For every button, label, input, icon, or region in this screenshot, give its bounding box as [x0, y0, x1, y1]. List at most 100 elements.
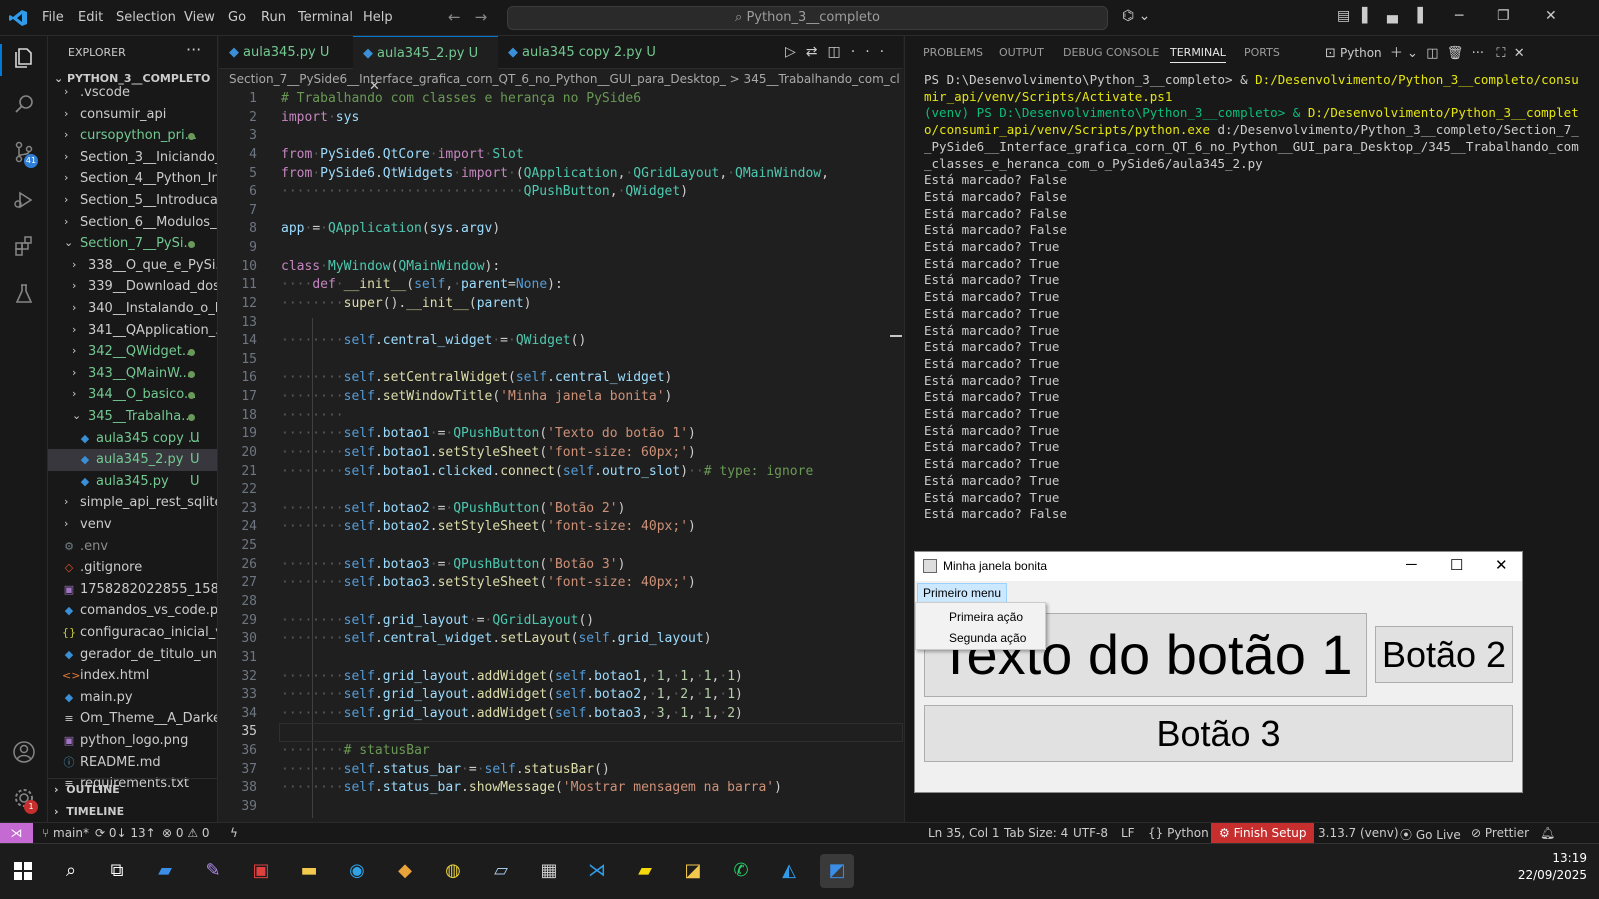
folder-item[interactable]: › 340__Instalando_o_P... — [48, 298, 217, 320]
qt-menu-primeiro[interactable]: Primeiro menu — [917, 583, 1008, 603]
folder-item[interactable]: › 343__QMainW... — [48, 363, 217, 385]
search-icon[interactable] — [12, 92, 36, 116]
file-explorer-icon[interactable]: ▬ — [292, 854, 326, 888]
folder-item[interactable]: › 339__Download_dos... — [48, 276, 217, 298]
cursor-position[interactable]: Ln 35, Col 1 — [928, 826, 1000, 840]
qt-maximize-icon[interactable]: ☐ — [1450, 556, 1463, 574]
testing-flask-icon[interactable] — [12, 282, 36, 306]
notifications-bell-icon[interactable]: 🔔︎ — [1540, 826, 1555, 840]
menu-help[interactable]: Help — [363, 10, 393, 25]
tab-size[interactable]: Tab Size: 4 — [1004, 826, 1068, 840]
folder-item[interactable]: › simple_api_rest_sqlite... — [48, 492, 217, 514]
tab-output[interactable]: OUTPUT — [999, 46, 1044, 59]
python-app-running-icon[interactable]: ◩ — [820, 854, 854, 888]
more-actions-icon[interactable]: ··· — [1467, 46, 1484, 61]
menu-file[interactable]: File — [42, 10, 64, 25]
close-icon[interactable]: ✕ — [1545, 8, 1557, 24]
prettier[interactable]: ⊘ Prettier — [1471, 826, 1529, 840]
run-debug-icon[interactable] — [12, 188, 36, 212]
new-terminal-icon[interactable]: ＋ ⌄ — [1386, 46, 1418, 61]
folder-item[interactable]: › 344__O_basico... — [48, 384, 217, 406]
split-terminal-icon[interactable]: ◫ — [1422, 46, 1438, 61]
vscode-taskbar-icon[interactable]: ⋊ — [580, 854, 614, 888]
file-item[interactable]: ⓘ README.md — [48, 752, 217, 774]
feather-app-icon[interactable]: ✎ — [196, 854, 230, 888]
language-mode[interactable]: {} Python — [1148, 826, 1209, 840]
minimize-icon[interactable]: ─ — [1455, 8, 1463, 24]
split-editor-icon[interactable]: ◫ — [828, 44, 851, 60]
finish-setup-button[interactable]: ⚙ Finish Setup — [1211, 823, 1315, 844]
notes-app-icon[interactable]: ▱ — [484, 854, 518, 888]
file-item[interactable]: <> index.html — [48, 665, 217, 687]
go-live[interactable]: ⦿ Go Live — [1400, 826, 1461, 843]
code-editor[interactable]: 1 # Trabalhando com classes e herança no … — [219, 90, 903, 822]
encoding[interactable]: UTF-8 — [1073, 826, 1108, 840]
folder-item[interactable]: › .vscode — [48, 82, 217, 104]
breadcrumb[interactable]: Section_7__PySide6__Interface_grafica_co… — [229, 72, 899, 86]
system-clock[interactable]: 13:19 22/09/2025 — [1518, 850, 1587, 884]
menu-go[interactable]: Go — [228, 10, 246, 25]
file-item[interactable]: ◆ aula345.py U — [48, 471, 217, 493]
extensions-icon[interactable] — [12, 234, 36, 258]
draw-app-icon[interactable]: ▣ — [244, 854, 278, 888]
more-actions-icon[interactable]: ··· — [186, 40, 201, 59]
folder-item[interactable]: › consumir_api — [48, 104, 217, 126]
chrome-browser-icon[interactable]: ◍ — [436, 854, 470, 888]
toggle-secondary-sidebar-icon[interactable]: ▐ — [1412, 8, 1423, 24]
restore-icon[interactable]: ❐ — [1497, 8, 1510, 24]
git-branch[interactable]: ⑂ main* — [42, 826, 89, 840]
remote-indicator-icon[interactable]: ⋊ — [0, 823, 33, 844]
folder-item[interactable]: › Section_6__Modulos_... — [48, 212, 217, 234]
menu-run[interactable]: Run — [261, 10, 286, 25]
sticky-notes-icon[interactable]: ▰ — [628, 854, 662, 888]
file-item[interactable]: ◆ aula345 copy ... U — [48, 428, 217, 450]
menu-terminal[interactable]: Terminal — [298, 10, 353, 25]
file-item[interactable]: ⚙ .env — [48, 536, 217, 558]
explorer-icon[interactable] — [12, 46, 36, 70]
python-idle-icon[interactable]: ◪ — [676, 854, 710, 888]
whatsapp-icon[interactable]: ✆ — [724, 854, 758, 888]
back-arrow-icon[interactable]: ← — [448, 8, 475, 26]
folder-item[interactable]: › 341__QApplication_... — [48, 320, 217, 342]
tab-problems[interactable]: PROBLEMS — [923, 46, 983, 59]
folder-item[interactable]: › 342__QWidget... — [48, 341, 217, 363]
task-view-icon[interactable]: ⧉ — [100, 854, 134, 888]
windows-start-icon[interactable] — [6, 854, 40, 888]
folder-item[interactable]: › venv — [48, 514, 217, 536]
lightning-icon[interactable]: ϟ — [230, 826, 238, 840]
menu-selection[interactable]: Selection — [116, 10, 176, 25]
folder-item[interactable]: › 338__O_que_e_PySi... — [48, 255, 217, 277]
python-interpreter[interactable]: 3.13.7 (venv) — [1318, 826, 1399, 840]
kill-terminal-icon[interactable]: 🗑 — [1443, 46, 1464, 61]
tab-aula345[interactable]: ◆ aula345.py U — [219, 36, 353, 69]
menu-view[interactable]: View — [184, 10, 215, 25]
problems-indicator[interactable]: ⊗ 0 ⚠ 0 — [162, 826, 210, 840]
accounts-icon[interactable] — [12, 740, 36, 764]
tab-aula345-copy-2[interactable]: ◆ aula345 copy 2.py U — [498, 36, 658, 69]
folder-item[interactable]: ⌄ Section_7__PySi... — [48, 233, 217, 255]
folder-item[interactable]: › Section_4__Python_In... — [48, 168, 217, 190]
file-item[interactable]: ◆ gerador_de_titulo_un... — [48, 644, 217, 666]
folder-item[interactable]: › cursopython_pri... — [48, 125, 217, 147]
forward-arrow-icon[interactable]: → — [475, 8, 502, 26]
close-panel-icon[interactable]: ✕ — [1510, 46, 1525, 61]
tab-debug-console[interactable]: DEBUG CONSOLE — [1063, 46, 1159, 59]
qt-close-icon[interactable]: ✕ — [1495, 556, 1508, 574]
qt-minimize-icon[interactable]: ─ — [1406, 556, 1417, 573]
qt-button-3[interactable]: Botão 3 — [924, 705, 1513, 762]
terminal-name[interactable]: Python — [1340, 46, 1382, 60]
terminal-output[interactable]: PS D:\Desenvolvimento\Python_3__completo… — [924, 72, 1584, 523]
tab-terminal[interactable]: TERMINAL — [1170, 46, 1226, 63]
compare-changes-icon[interactable]: ⇄ — [806, 44, 828, 60]
file-item[interactable]: ◆ comandos_vs_code.py — [48, 600, 217, 622]
edge-browser-icon[interactable]: ◉ — [340, 854, 374, 888]
file-item[interactable]: {} configuracao_inicial_v... — [48, 622, 217, 644]
designer-app-icon[interactable]: ◭ — [772, 854, 806, 888]
tab-aula345-2[interactable]: ◆ aula345_2.py U ✕ — [353, 36, 498, 94]
timeline-section[interactable]: › TIMELINE — [54, 805, 124, 818]
end-of-line[interactable]: LF — [1121, 826, 1135, 840]
folder-item[interactable]: › Section_5__Introduca... — [48, 190, 217, 212]
git-sync[interactable]: ⟳ 0↓ 13↑ — [95, 826, 156, 840]
folder-item[interactable]: › Section_3__Iniciando_... — [48, 147, 217, 169]
toggle-panel-icon[interactable]: ▄ — [1387, 8, 1398, 24]
